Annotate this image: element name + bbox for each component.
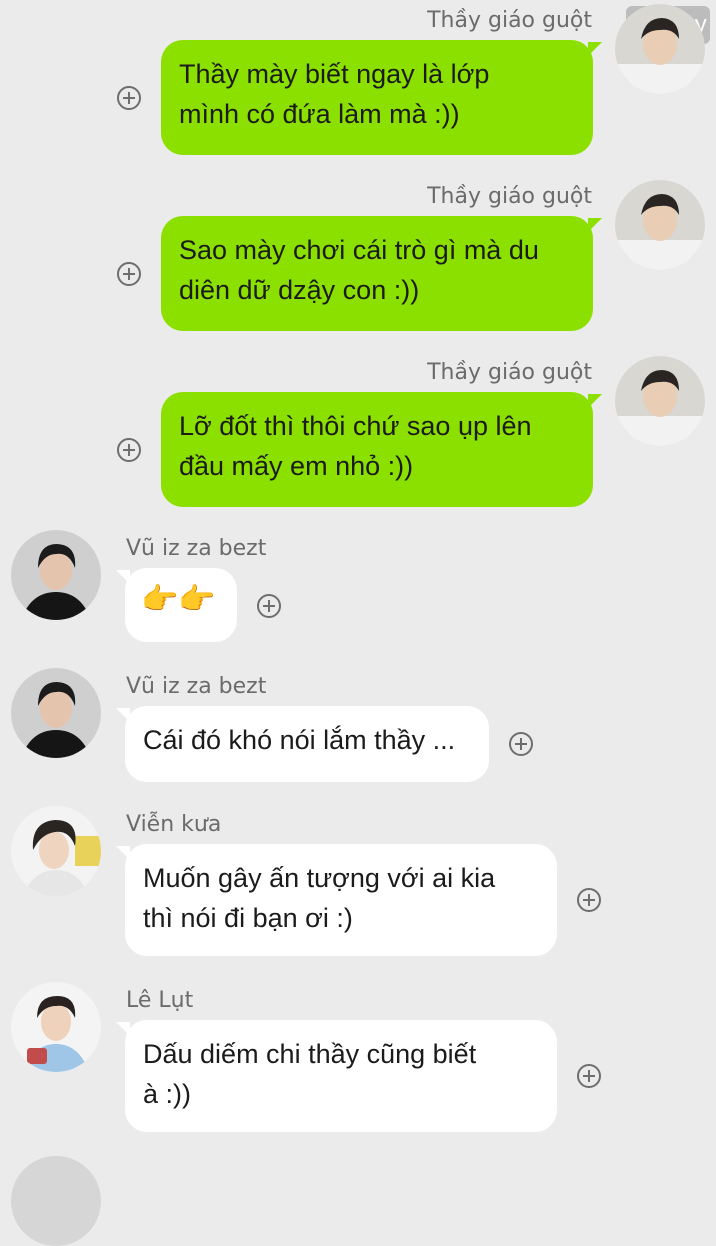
avatar-image: [615, 4, 705, 94]
message-bubble[interactable]: Dấu diếm chi thầy cũng biết à :)): [125, 1020, 557, 1132]
sender-name: Lê Lụt: [126, 988, 194, 1013]
add-reaction-icon[interactable]: [117, 262, 141, 286]
avatar[interactable]: [11, 530, 101, 620]
message-line: Muốn gây ấn tượng với ai kia: [143, 863, 496, 893]
sender-name: Viễn kưa: [126, 812, 222, 837]
avatar-image: [615, 180, 705, 270]
avatar[interactable]: [615, 4, 705, 94]
bubble-tail: [588, 394, 602, 408]
add-reaction-icon[interactable]: [509, 732, 533, 756]
avatar-image: [11, 668, 101, 758]
sender-name: Thầy giáo guột: [427, 360, 592, 385]
bubble-tail: [116, 570, 130, 584]
avatar-image: [11, 1156, 101, 1246]
sender-name: Thầy giáo guột: [427, 8, 592, 33]
add-reaction-icon[interactable]: [577, 888, 601, 912]
bubble-tail: [116, 846, 130, 860]
message-bubble[interactable]: Muốn gây ấn tượng với ai kia thì nói đi …: [125, 844, 557, 956]
avatar-image: [11, 982, 101, 1072]
avatar[interactable]: [11, 668, 101, 758]
message-bubble[interactable]: 👉👉: [125, 568, 237, 642]
bubble-tail: [588, 42, 602, 56]
avatar-image: [11, 806, 101, 896]
add-reaction-icon[interactable]: [577, 1064, 601, 1088]
message-line: Thầy mày biết ngay là lớp: [179, 59, 490, 89]
add-reaction-icon[interactable]: [117, 86, 141, 110]
avatar[interactable]: [615, 356, 705, 446]
avatar[interactable]: [11, 1156, 101, 1246]
pointing-hands-emoji: 👉👉: [141, 583, 216, 616]
avatar[interactable]: [11, 806, 101, 896]
bubble-tail: [116, 708, 130, 722]
avatar[interactable]: [615, 180, 705, 270]
bubble-tail: [116, 1022, 130, 1036]
message-line: đầu mấy em nhỏ :)): [179, 451, 414, 481]
message-line: à :)): [143, 1079, 192, 1109]
message-line: mình có đứa làm mà :)): [179, 99, 460, 129]
message-line: Cái đó khó nói lắm thầy ...: [143, 725, 456, 755]
add-reaction-icon[interactable]: [117, 438, 141, 462]
message-bubble[interactable]: Lỡ đốt thì thôi chứ sao ụp lên đầu mấy e…: [161, 392, 593, 507]
avatar-image: [11, 530, 101, 620]
message-line: thì nói đi bạn ơi :): [143, 903, 353, 933]
sender-name: Vũ iz za bezt: [126, 674, 267, 699]
message-bubble[interactable]: Thầy mày biết ngay là lớp mình có đứa là…: [161, 40, 593, 155]
sender-name: Vũ iz za bezt: [126, 536, 267, 561]
avatar-image: [615, 356, 705, 446]
message-line: Lỡ đốt thì thôi chứ sao ụp lên: [179, 411, 532, 441]
sender-name: Thầy giáo guột: [427, 184, 592, 209]
message-line: Dấu diếm chi thầy cũng biết: [143, 1039, 477, 1069]
avatar[interactable]: [11, 982, 101, 1072]
bubble-tail: [588, 218, 602, 232]
message-line: Sao mày chơi cái trò gì mà du: [179, 235, 539, 265]
message-bubble[interactable]: Sao mày chơi cái trò gì mà du diên dữ dz…: [161, 216, 593, 331]
add-reaction-icon[interactable]: [257, 594, 281, 618]
message-bubble[interactable]: Cái đó khó nói lắm thầy ...: [125, 706, 489, 782]
message-line: diên dữ dzậy con :)): [179, 275, 420, 305]
